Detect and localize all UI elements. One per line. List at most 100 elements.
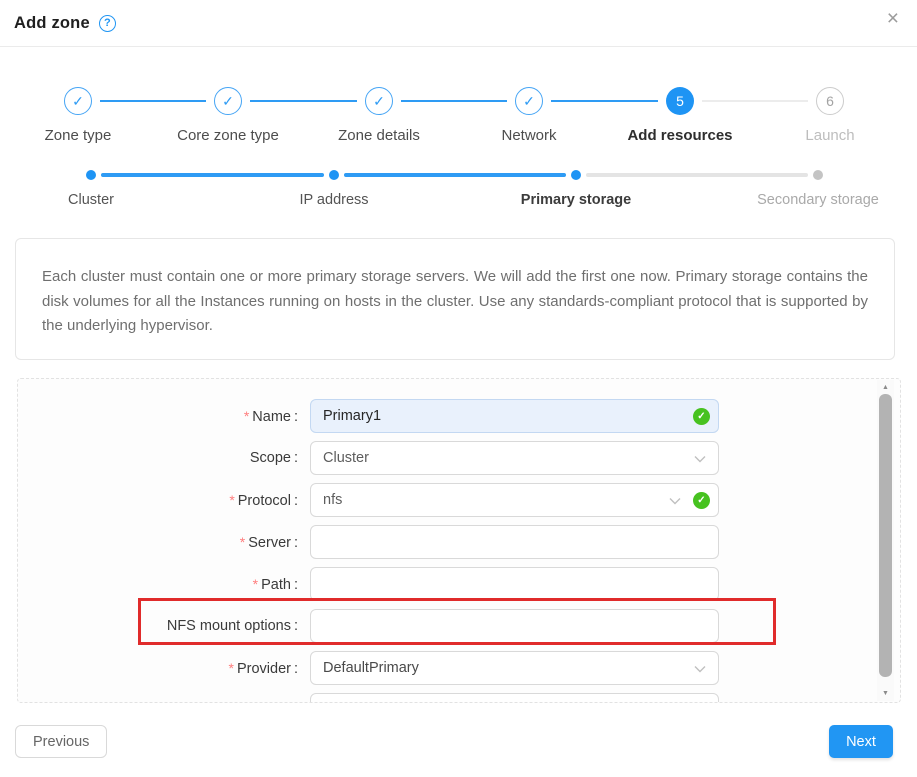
label-colon: : xyxy=(294,493,298,509)
close-icon[interactable]: × xyxy=(887,8,899,29)
step-circle-add-resources[interactable]: 5 xyxy=(666,87,694,115)
field-label-storage-tags: Storage tags: xyxy=(18,702,298,703)
previous-button[interactable]: Previous xyxy=(15,725,107,758)
path-input[interactable] xyxy=(310,567,719,601)
next-button[interactable]: Next xyxy=(829,725,893,758)
provider-select[interactable]: DefaultPrimary xyxy=(310,651,719,685)
help-icon[interactable]: ? xyxy=(99,15,116,32)
field-label-provider: *Provider: xyxy=(18,660,298,677)
field-label-scope: Scope: xyxy=(18,450,298,466)
required-marker: * xyxy=(253,576,258,592)
field-label-name: *Name: xyxy=(18,408,298,425)
valid-check-icon: ✓ xyxy=(693,492,710,509)
step-number: 5 xyxy=(676,93,684,109)
nfs-mount-options-input[interactable] xyxy=(310,609,719,643)
chevron-down-icon xyxy=(693,662,707,676)
required-marker: * xyxy=(229,492,234,508)
field-label-text: Provider xyxy=(237,661,291,677)
substep-label-primary-storage: Primary storage xyxy=(486,192,666,208)
step-label-zone-details: Zone details xyxy=(299,127,459,144)
scrollbar-up-icon[interactable]: ▲ xyxy=(877,380,894,395)
form-row-path: *Path: xyxy=(18,563,900,605)
storage-tags-input[interactable] xyxy=(310,693,719,703)
label-colon: : xyxy=(294,661,298,677)
scope-select[interactable]: Cluster xyxy=(310,441,719,475)
label-colon: : xyxy=(294,450,298,466)
required-marker: * xyxy=(244,408,249,424)
scrollbar-thumb[interactable] xyxy=(879,394,892,677)
step-label-add-resources: Add resources xyxy=(600,127,760,144)
chevron-down-icon xyxy=(668,494,682,508)
storage-form-panel: *Name:Primary1✓Scope:Cluster*Protocol:nf… xyxy=(17,378,901,703)
field-value: nfs xyxy=(323,492,342,508)
field-value: Cluster xyxy=(323,450,369,466)
name-input[interactable]: Primary1 ✓ xyxy=(310,399,719,433)
substep-label-cluster: Cluster xyxy=(1,192,181,208)
label-colon: : xyxy=(294,577,298,593)
form-row-server: *Server: xyxy=(18,521,900,563)
substep-connector xyxy=(344,173,566,177)
step-label-launch: Launch xyxy=(750,127,910,144)
required-marker: * xyxy=(240,534,245,550)
valid-check-icon: ✓ xyxy=(693,408,710,425)
info-text: Each cluster must contain one or more pr… xyxy=(42,265,868,339)
form-row-name: *Name: Primary1 ✓ xyxy=(18,395,900,437)
check-icon: ✓ xyxy=(373,93,385,110)
substep-connector xyxy=(586,173,808,177)
scrollbar-down-icon[interactable]: ▼ xyxy=(877,686,894,701)
dialog-header: Add zone ? × xyxy=(0,0,917,47)
field-label-protocol: *Protocol: xyxy=(18,492,298,509)
substep-label-ip-address: IP address xyxy=(244,192,424,208)
step-connector xyxy=(401,100,507,102)
field-label-text: Scope xyxy=(250,450,291,466)
label-colon: : xyxy=(294,535,298,551)
step-circle-core-zone-type[interactable]: ✓ xyxy=(214,87,242,115)
field-label-text: Path xyxy=(261,577,291,593)
dialog-title: Add zone xyxy=(14,14,90,33)
field-label-text: NFS mount options xyxy=(167,618,291,634)
field-value: Primary1 xyxy=(323,408,381,424)
label-colon: : xyxy=(294,409,298,425)
required-marker: * xyxy=(229,660,234,676)
field-label-text: Server xyxy=(248,535,291,551)
label-colon: : xyxy=(294,618,298,634)
substep-dot-cluster xyxy=(86,170,96,180)
step-connector xyxy=(702,100,808,102)
form-rows: *Name:Primary1✓Scope:Cluster*Protocol:nf… xyxy=(18,395,900,703)
add-zone-dialog: Add zone ? × ✓ Zone type ✓ Core zone type ✓ Z… xyxy=(0,0,917,777)
check-icon: ✓ xyxy=(72,93,84,110)
field-label-path: *Path: xyxy=(18,576,298,593)
form-row-provider: *Provider: DefaultPrimary xyxy=(18,647,900,689)
step-label-core-zone-type: Core zone type xyxy=(148,127,308,144)
field-value: DefaultPrimary xyxy=(323,660,419,676)
substep-dot-ip-address xyxy=(329,170,339,180)
step-label-zone-type: Zone type xyxy=(0,127,158,144)
check-icon: ✓ xyxy=(523,93,535,110)
form-row-protocol: *Protocol: nfs ✓ xyxy=(18,479,900,521)
chevron-down-icon xyxy=(693,452,707,466)
field-label-server: *Server: xyxy=(18,534,298,551)
label-colon: : xyxy=(294,702,298,703)
step-circle-network[interactable]: ✓ xyxy=(515,87,543,115)
form-row-nfs-mount-options: NFS mount options: xyxy=(18,605,900,647)
step-connector xyxy=(551,100,658,102)
step-connector xyxy=(250,100,357,102)
server-input[interactable] xyxy=(310,525,719,559)
field-label-text: Storage tags xyxy=(209,702,291,703)
field-label-text: Name xyxy=(252,409,291,425)
substep-dot-secondary-storage xyxy=(813,170,823,180)
step-circle-zone-type[interactable]: ✓ xyxy=(64,87,92,115)
step-circle-zone-details[interactable]: ✓ xyxy=(365,87,393,115)
step-label-network: Network xyxy=(449,127,609,144)
step-number: 6 xyxy=(826,93,834,109)
vertical-scrollbar[interactable]: ▲ ▼ xyxy=(877,380,894,701)
protocol-select[interactable]: nfs ✓ xyxy=(310,483,719,517)
field-label-nfs-mount-options: NFS mount options: xyxy=(18,618,298,634)
substep-dot-primary-storage xyxy=(571,170,581,180)
substep-connector xyxy=(101,173,324,177)
field-label-text: Protocol xyxy=(238,493,291,509)
step-circle-launch[interactable]: 6 xyxy=(816,87,844,115)
check-icon: ✓ xyxy=(222,93,234,110)
info-card: Each cluster must contain one or more pr… xyxy=(15,238,895,360)
form-row-scope: Scope: Cluster xyxy=(18,437,900,479)
